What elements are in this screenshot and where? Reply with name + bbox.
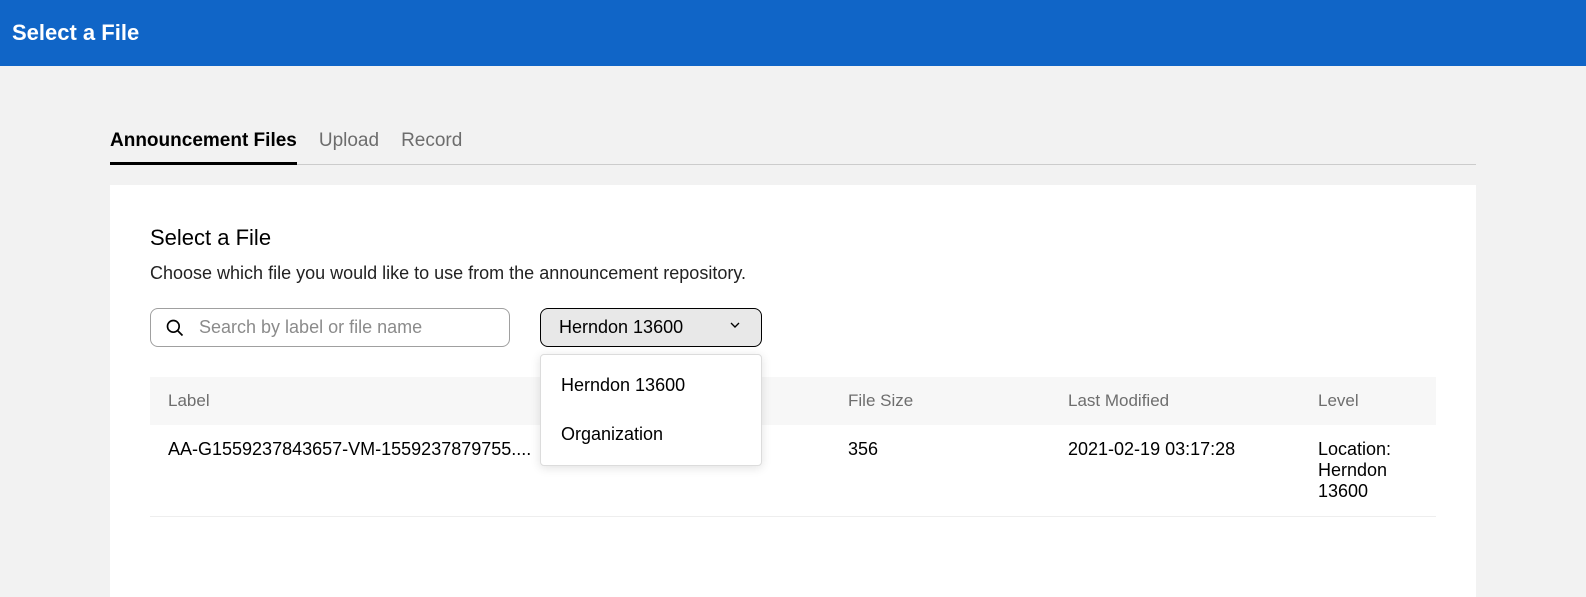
filter-option-label: Organization <box>561 424 663 444</box>
filter-option-label: Herndon 13600 <box>561 375 685 395</box>
filter-option-organization[interactable]: Organization <box>541 410 761 459</box>
tab-upload[interactable]: Upload <box>319 126 379 164</box>
table-header-level: Level <box>1318 391 1418 411</box>
panel-title: Select a File <box>150 225 1436 251</box>
table-header-row: Label File Size Last Modified Level <box>150 377 1436 425</box>
panel-description: Choose which file you would like to use … <box>150 263 1436 284</box>
filter-option-herndon[interactable]: Herndon 13600 <box>541 361 761 410</box>
tab-label: Record <box>401 130 462 151</box>
controls-row: Herndon 13600 Herndon 13600 Organization <box>150 308 1436 347</box>
tab-label: Announcement Files <box>110 130 297 151</box>
files-table: Label File Size Last Modified Level AA-G… <box>150 377 1436 517</box>
tab-announcement-files[interactable]: Announcement Files <box>110 126 297 165</box>
table-row[interactable]: AA-G1559237843657-VM-1559237879755.... 3… <box>150 425 1436 517</box>
page-header: Select a File <box>0 0 1586 66</box>
tab-record[interactable]: Record <box>401 126 462 164</box>
search-input[interactable] <box>199 317 495 338</box>
search-icon <box>165 318 185 338</box>
table-header-size: File Size <box>848 391 1068 411</box>
cell-modified: 2021-02-19 03:17:28 <box>1068 439 1318 502</box>
table-header-modified: Last Modified <box>1068 391 1318 411</box>
tab-bar: Announcement Files Upload Record <box>110 126 1476 165</box>
tab-label: Upload <box>319 130 379 151</box>
cell-size: 356 <box>848 439 1068 502</box>
page-header-title: Select a File <box>12 20 139 45</box>
filter-dropdown: Herndon 13600 Herndon 13600 Organization <box>540 308 762 347</box>
chevron-down-icon <box>727 317 743 338</box>
filter-dropdown-button[interactable]: Herndon 13600 <box>540 308 762 347</box>
search-wrapper[interactable] <box>150 308 510 347</box>
cell-level: Location: Herndon 13600 <box>1318 439 1418 502</box>
filter-dropdown-menu: Herndon 13600 Organization <box>540 354 762 466</box>
main-panel: Select a File Choose which file you woul… <box>110 185 1476 597</box>
filter-selected-label: Herndon 13600 <box>559 317 683 338</box>
